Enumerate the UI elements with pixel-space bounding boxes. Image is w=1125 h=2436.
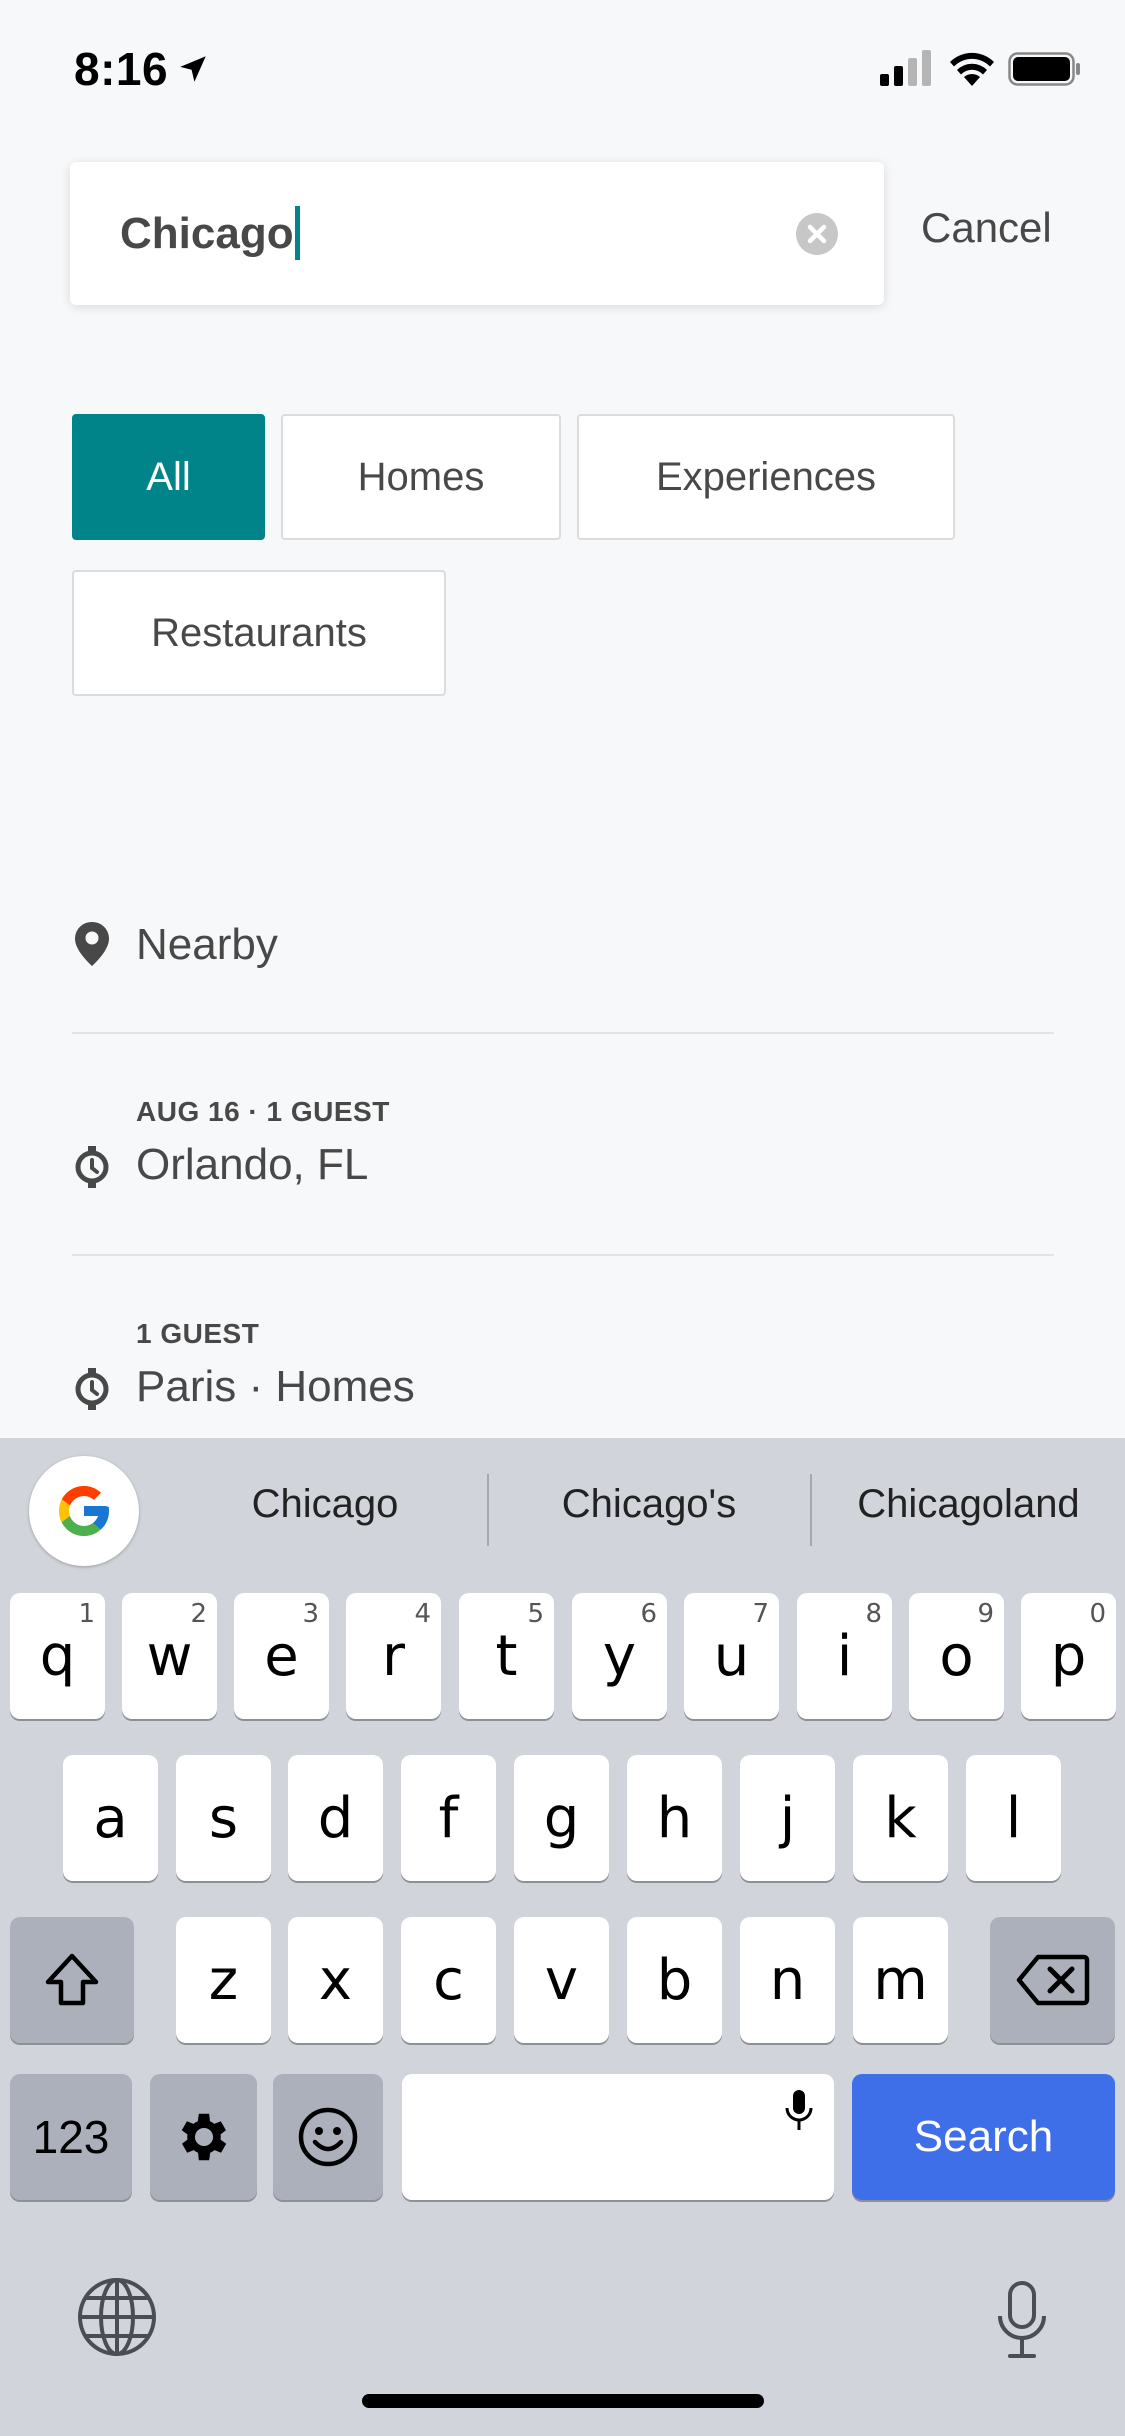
status-bar: 8:16 [0, 0, 1125, 140]
shift-icon [45, 1953, 99, 2006]
recent-search-item[interactable]: AUG 16 · 1 GUEST Orlando, FL [72, 1090, 1054, 1200]
battery-icon [1008, 52, 1080, 86]
google-icon [59, 1486, 109, 1536]
key-k[interactable]: k [853, 1755, 948, 1881]
wifi-icon [950, 52, 994, 86]
key-n[interactable]: n [740, 1917, 835, 2043]
clear-search-button[interactable] [796, 213, 838, 255]
cancel-button[interactable]: Cancel [921, 204, 1052, 252]
home-indicator[interactable] [362, 2394, 764, 2408]
key-r[interactable]: r4 [346, 1593, 441, 1719]
key-label: o [939, 1623, 974, 1689]
clear-icon [807, 224, 827, 244]
filter-chip-homes[interactable]: Homes [281, 414, 561, 540]
key-l[interactable]: l [966, 1755, 1061, 1881]
key-x[interactable]: x [288, 1917, 383, 2043]
key-j[interactable]: j [740, 1755, 835, 1881]
key-hint: 3 [302, 1599, 319, 1629]
cellular-signal-icon [880, 50, 931, 86]
key-hint: 1 [78, 1599, 95, 1629]
key-f[interactable]: f [401, 1755, 496, 1881]
suggestion-2[interactable]: Chicago's [489, 1482, 809, 1527]
key-o[interactable]: o9 [909, 1593, 1004, 1719]
key-hint: 4 [414, 1599, 431, 1629]
history-icon [75, 1368, 109, 1410]
key-label: t [495, 1623, 518, 1689]
key-label: r [381, 1623, 406, 1689]
nearby-item[interactable]: Nearby [72, 910, 1054, 980]
recent-search-title: Orlando, FL [136, 1140, 369, 1189]
emoji-key[interactable] [273, 2074, 383, 2200]
key-i[interactable]: i8 [797, 1593, 892, 1719]
key-g[interactable]: g [514, 1755, 609, 1881]
key-w[interactable]: w2 [122, 1593, 217, 1719]
filter-chip-restaurants[interactable]: Restaurants [72, 570, 446, 696]
recent-search-details: AUG 16 · 1 GUEST [136, 1096, 390, 1127]
text-cursor [294, 206, 300, 260]
suggestion-3[interactable]: Chicagoland [812, 1482, 1125, 1527]
key-h[interactable]: h [627, 1755, 722, 1881]
key-v[interactable]: v [514, 1917, 609, 2043]
key-q[interactable]: q1 [10, 1593, 105, 1719]
key-hint: 7 [752, 1599, 769, 1629]
key-label: y [602, 1623, 637, 1689]
key-hint: 0 [1089, 1599, 1106, 1629]
key-m[interactable]: m [853, 1917, 948, 2043]
key-hint: 8 [865, 1599, 882, 1629]
key-hint: 5 [527, 1599, 544, 1629]
backspace-key[interactable] [990, 1917, 1115, 2043]
key-label: u [713, 1623, 750, 1689]
numbers-key[interactable]: 123 [10, 2074, 132, 2200]
key-label: p [1050, 1623, 1087, 1689]
shift-key[interactable] [10, 1917, 134, 2043]
key-label: i [836, 1623, 853, 1689]
filter-chip-experiences[interactable]: Experiences [577, 414, 955, 540]
search-key[interactable]: Search [852, 2074, 1115, 2200]
recent-search-item[interactable]: 1 GUEST Paris · Homes [72, 1312, 1054, 1422]
divider [72, 1254, 1054, 1256]
suggestion-bar: Chicago Chicago's Chicagoland [0, 1438, 1125, 1586]
google-button[interactable] [29, 1456, 139, 1566]
status-time: 8:16 [74, 43, 169, 95]
key-label: e [264, 1623, 299, 1689]
key-t[interactable]: t5 [459, 1593, 554, 1719]
key-b[interactable]: b [627, 1917, 722, 2043]
key-u[interactable]: u7 [684, 1593, 779, 1719]
recent-search-details: 1 GUEST [136, 1318, 260, 1349]
key-a[interactable]: a [63, 1755, 158, 1881]
location-pin-icon [75, 922, 109, 966]
key-p[interactable]: p0 [1021, 1593, 1116, 1719]
dictation-microphone-icon[interactable] [996, 2280, 1048, 2360]
microphone-icon [785, 2090, 813, 2130]
key-hint: 2 [190, 1599, 207, 1629]
key-e[interactable]: e3 [234, 1593, 329, 1719]
search-query-text: Chicago [120, 206, 300, 260]
key-y[interactable]: y6 [572, 1593, 667, 1719]
search-value: Chicago [120, 209, 294, 258]
filter-chip-all[interactable]: All [72, 414, 265, 540]
key-c[interactable]: c [401, 1917, 496, 2043]
search-input[interactable]: Chicago [70, 162, 884, 305]
key-z[interactable]: z [176, 1917, 271, 2043]
divider [72, 1032, 1054, 1034]
key-d[interactable]: d [288, 1755, 383, 1881]
gear-icon [181, 2113, 226, 2161]
key-hint: 9 [977, 1599, 994, 1629]
history-icon [75, 1146, 109, 1188]
recent-search-title: Paris · Homes [136, 1362, 415, 1411]
location-arrow-icon [180, 56, 206, 82]
key-hint: 6 [640, 1599, 657, 1629]
globe-icon[interactable] [76, 2276, 158, 2358]
key-s[interactable]: s [176, 1755, 271, 1881]
keyboard: Chicago Chicago's Chicagoland q1 w2 e3 r… [0, 1438, 1125, 2436]
key-label: w [146, 1623, 193, 1689]
emoji-icon [298, 2107, 358, 2167]
nearby-label: Nearby [136, 920, 278, 969]
suggestion-1[interactable]: Chicago [165, 1482, 485, 1527]
settings-key[interactable] [150, 2074, 257, 2200]
space-key[interactable] [402, 2074, 834, 2200]
key-label: q [39, 1623, 76, 1689]
backspace-icon [1016, 1954, 1089, 2006]
